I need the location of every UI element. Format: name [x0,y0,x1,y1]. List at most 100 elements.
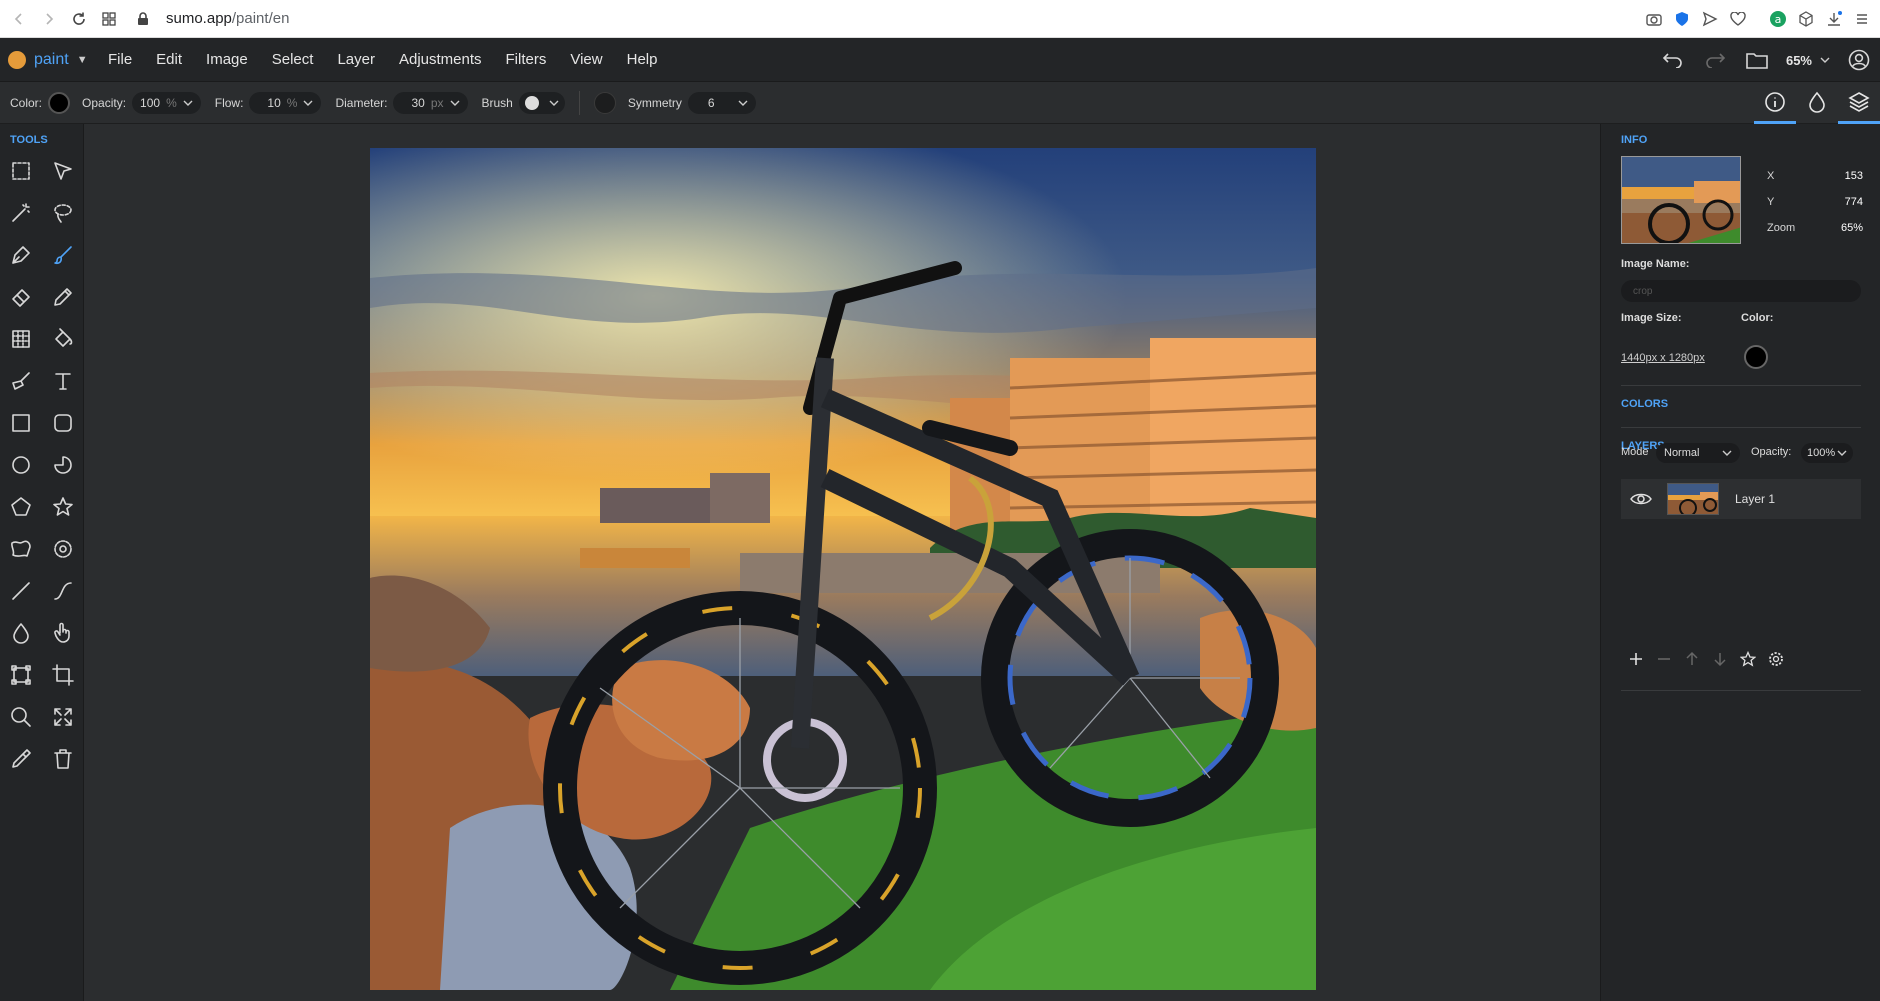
canvas-image[interactable] [370,148,1316,990]
eye-icon[interactable] [1621,492,1661,506]
move-layer-down-icon[interactable] [1711,650,1729,668]
layers-tab[interactable] [1838,82,1880,124]
picker-tool[interactable] [0,738,42,780]
gradient-tool[interactable] [0,318,42,360]
send-icon[interactable] [1698,7,1722,31]
clear-tool[interactable] [42,738,84,780]
panel-tabs [1754,82,1880,124]
image-size-link[interactable]: 1440px x 1280px [1621,352,1705,364]
undo-icon[interactable] [1652,38,1694,82]
reload-icon[interactable] [64,4,94,34]
remove-layer-icon[interactable] [1655,650,1673,668]
forward-icon[interactable] [34,4,64,34]
svg-text:a: a [1775,13,1782,26]
symmetry-label: Symmetry [627,95,682,110]
colors-title[interactable]: COLORS [1621,398,1668,410]
layer-item[interactable]: Layer 1 [1621,479,1861,519]
colors-tab[interactable] [1796,82,1838,124]
add-layer-icon[interactable] [1627,650,1645,668]
logo-icon [8,50,26,69]
blend-mode-select[interactable]: Normal [1656,443,1740,463]
star-tool[interactable] [42,486,84,528]
crop-tool[interactable] [42,654,84,696]
transform-tool[interactable] [0,654,42,696]
extension-a-icon[interactable]: a [1766,7,1790,31]
menu-filters[interactable]: Filters [494,38,559,82]
brush-color-swatch[interactable] [48,91,71,114]
menu-layer[interactable]: Layer [325,38,387,82]
menu-adjustments[interactable]: Adjustments [387,38,494,82]
symmetry-input[interactable]: 6 [687,91,756,114]
canvas-area[interactable] [84,124,1600,1001]
zoom-tool[interactable] [0,696,42,738]
move-layer-up-icon[interactable] [1683,650,1701,668]
divider [578,90,580,115]
pie-tool[interactable] [42,444,84,486]
lasso-tool[interactable] [42,192,84,234]
eraser-tool[interactable] [0,276,42,318]
divider [1754,7,1762,31]
redo-icon[interactable] [1694,38,1736,82]
brush-select[interactable] [518,91,565,114]
heart-icon[interactable] [1726,7,1750,31]
layer-settings-gear-icon[interactable] [1767,650,1785,668]
gear-shape-tool[interactable] [42,528,84,570]
tabs-grid-icon[interactable] [94,4,124,34]
image-color-swatch[interactable] [1744,345,1768,369]
hand-tool[interactable] [42,612,84,654]
ellipse-tool[interactable] [0,444,42,486]
fill-tool[interactable] [42,318,84,360]
cube-icon[interactable] [1794,7,1818,31]
opacity-input[interactable]: 100% [132,91,201,114]
blend-mode-value: Normal [1664,447,1700,459]
shield-icon[interactable] [1670,7,1694,31]
symmetry-toggle[interactable] [593,91,616,114]
drop-icon [1809,91,1825,113]
color-label: Color: [10,95,43,110]
magic-wand-tool[interactable] [0,192,42,234]
zoom-select[interactable]: 65% [1778,53,1838,68]
camera-icon[interactable] [1642,7,1666,31]
shape-tool[interactable] [0,528,42,570]
address-bar[interactable]: sumo.app/paint/en [134,10,289,28]
pencil-tool[interactable] [42,276,84,318]
diameter-input[interactable]: 30 px [393,91,468,114]
menu-icon[interactable] [1850,7,1874,31]
menu-help[interactable]: Help [615,38,670,82]
layer-opacity-select[interactable]: 100% [1801,443,1853,463]
back-icon[interactable] [4,4,34,34]
line-tool[interactable] [0,570,42,612]
zoom-value: 65% [1840,222,1863,234]
chevron-down-icon [1837,450,1847,456]
path-select-icon [54,162,72,180]
pen-tool[interactable] [0,234,42,276]
open-folder-icon[interactable] [1736,38,1778,82]
curve-tool[interactable] [42,570,84,612]
path-select-tool[interactable] [42,150,84,192]
info-tab[interactable] [1754,82,1796,124]
menu-image[interactable]: Image [194,38,260,82]
image-name-input[interactable]: crop [1621,280,1861,302]
brush-tool[interactable] [42,234,84,276]
fit-tool[interactable] [42,696,84,738]
account-icon[interactable] [1838,38,1880,82]
zoom-value: 65% [1785,52,1812,68]
blur-tool[interactable] [0,612,42,654]
download-icon[interactable] [1822,7,1846,31]
menu-view[interactable]: View [558,38,614,82]
menu-edit[interactable]: Edit [144,38,194,82]
flow-input[interactable]: 10% [249,91,322,114]
rounded-rect-tool[interactable] [42,402,84,444]
layer-effects-star-icon[interactable] [1739,650,1757,668]
layer-actions [1627,650,1785,668]
layer-thumbnail [1667,483,1719,515]
menu-file[interactable]: File [96,38,144,82]
app-logo[interactable]: paint ▼ [0,50,96,69]
menu-select[interactable]: Select [260,38,326,82]
shape-icon [11,540,31,557]
rect-select-tool[interactable] [0,150,42,192]
smudge-tool[interactable] [0,360,42,402]
text-tool[interactable] [42,360,84,402]
polygon-tool[interactable] [0,486,42,528]
rectangle-tool[interactable] [0,402,42,444]
